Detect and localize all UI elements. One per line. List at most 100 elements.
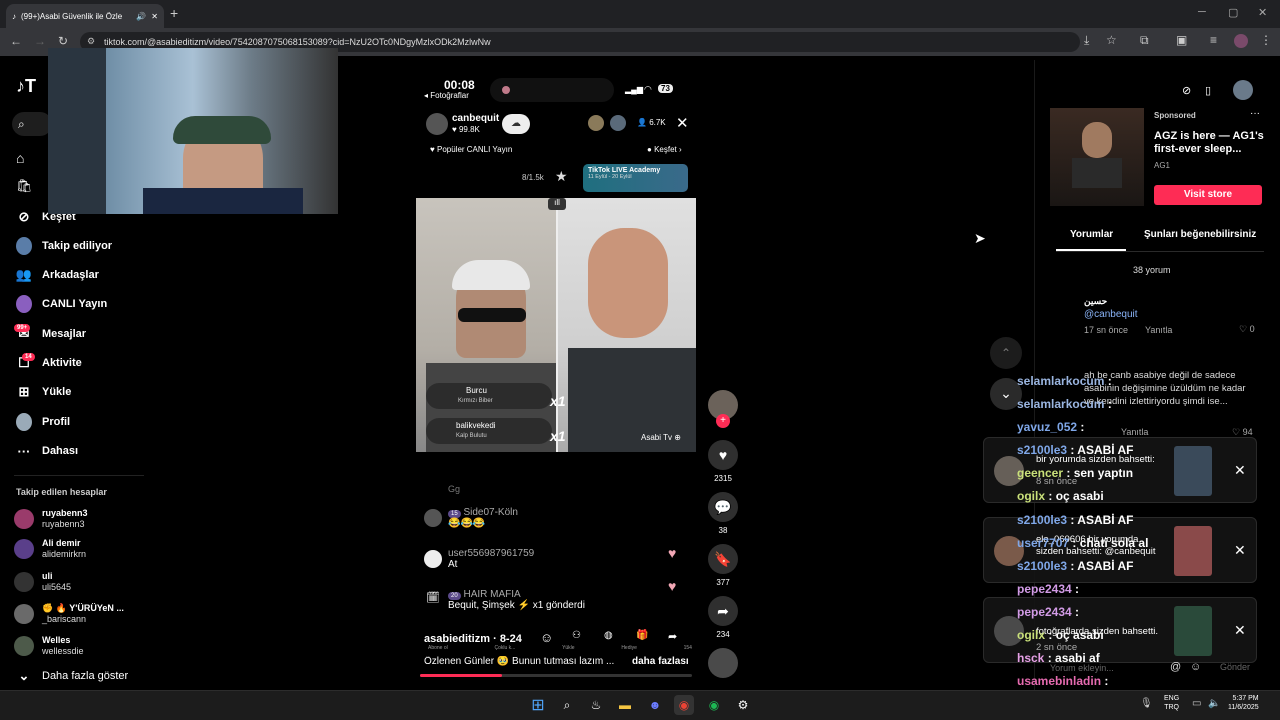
close-icon[interactable]: ✕ (1234, 462, 1246, 479)
bookmark-star-icon[interactable]: ☆ (1106, 33, 1117, 47)
coin-icon[interactable]: ⊘ (1182, 84, 1191, 97)
send-button[interactable]: Gönder (1220, 662, 1250, 672)
ad-thumbnail[interactable] (1050, 108, 1144, 206)
discord-icon[interactable]: ☻ (645, 695, 665, 715)
reply-button[interactable]: Yanıtla (1145, 325, 1172, 335)
music-disc-icon[interactable] (708, 648, 738, 678)
star-icon[interactable]: ★ (555, 168, 568, 185)
windows-start-icon[interactable]: ⊞ (528, 695, 548, 715)
host-name[interactable]: canbequit (452, 113, 499, 124)
clock[interactable]: 5:37 PM 11/6/2025 (1228, 694, 1259, 712)
ad-title[interactable]: AGZ is here — AG1's first-ever sleep... (1154, 130, 1264, 156)
visit-store-button[interactable]: Visit store (1154, 185, 1262, 205)
app-icon[interactable]: ⚙ (733, 695, 753, 715)
save-button[interactable]: 🔖 377 (706, 544, 740, 587)
emoji-picker-icon[interactable]: ☺ (1190, 661, 1201, 673)
share-small-icon[interactable]: ➦ (668, 630, 677, 643)
menu-icon[interactable]: ⋮ (1260, 33, 1272, 47)
maximize-button[interactable]: ▢ (1228, 6, 1238, 19)
show-more-button[interactable]: ⌄ Daha fazla göster (16, 664, 129, 688)
tab-close-icon[interactable]: ✕ (151, 12, 158, 21)
audio-bars-icon[interactable]: ıll (548, 198, 566, 210)
close-icon[interactable]: ✕ (1234, 542, 1246, 559)
progress-track[interactable] (420, 674, 692, 677)
install-icon[interactable]: ⤓ (1084, 33, 1089, 48)
reload-button[interactable]: ↻ (58, 34, 68, 48)
account-name: Welles (42, 635, 71, 645)
device-icon[interactable]: ▯ (1205, 84, 1211, 97)
like-button[interactable]: ♥ 2315 (706, 440, 740, 483)
back-button[interactable]: ← (10, 34, 22, 48)
guest-cap (452, 260, 530, 290)
tiktok-logo[interactable]: ♪T (16, 76, 36, 97)
host-likes: ♥ 99.8K (452, 125, 480, 134)
chrome-icon[interactable]: ◉ (674, 695, 694, 715)
forward-button[interactable]: → (34, 34, 46, 48)
guest-sunglasses (458, 308, 526, 322)
sidebar-item-more[interactable]: ··· Dahası (16, 439, 79, 463)
bottom-action-labels: Abone ol Çoklu k... Yükle Hediye 154 (424, 645, 696, 651)
extensions-icon[interactable]: ⧉ (1140, 33, 1149, 48)
sidebar-item-following[interactable]: Takip ediliyor (16, 234, 112, 258)
comment-button[interactable]: 💬 38 (706, 492, 740, 535)
comment-time: 17 sn önce (1084, 325, 1129, 335)
followed-account[interactable]: Ali demir alidemirkrn (14, 538, 86, 560)
followed-account[interactable]: uli uli5645 (14, 571, 71, 593)
spotify-icon[interactable]: ◉ (704, 695, 724, 715)
comment-like[interactable]: ♡ 0 (1239, 324, 1255, 335)
user-avatar[interactable] (1233, 80, 1253, 100)
stream-chat-separator: : (1071, 604, 1080, 619)
tab-you-may-like[interactable]: Şunları beğenebilirsiniz (1144, 229, 1256, 240)
emoji-icon[interactable]: ☺ (540, 630, 553, 645)
stream-chat-text: ASABİ AF (1077, 512, 1134, 527)
site-info-icon[interactable]: ⚙ (87, 36, 95, 47)
media-icon[interactable]: ≡ (1210, 33, 1217, 47)
discover-link[interactable]: ● Keşfet › (647, 145, 682, 154)
comment-mention[interactable]: @canbequit (1084, 309, 1138, 320)
ad-more-icon[interactable]: ··· (1250, 108, 1260, 119)
followed-account[interactable]: ✊ 🔥 Y'ÜRÜYeN ... _bariscann (14, 603, 124, 625)
gift-box-icon[interactable]: 🎁 (636, 630, 648, 641)
comment-input[interactable]: Yorum ekleyin... (1050, 659, 1190, 677)
mention-icon[interactable]: @ (1170, 661, 1181, 673)
tab-comments[interactable]: Yorumlar (1070, 229, 1113, 240)
sidebar-item-friends[interactable]: 👥 Arkadaşlar (16, 263, 99, 287)
sidepanel-icon[interactable]: ▣ (1176, 33, 1187, 47)
sidebar-item-upload[interactable]: ⊞ Yükle (16, 380, 72, 404)
upload-small-icon[interactable]: ◍ (604, 630, 613, 641)
volume-icon[interactable]: 🔈 (1208, 698, 1220, 709)
host-avatar[interactable] (426, 113, 448, 135)
followed-account[interactable]: ruyabenn3 ruyabenn3 (14, 508, 88, 530)
video-author[interactable]: asabieditizm · 8-24 (424, 633, 522, 645)
sidebar-item-label: Yükle (42, 386, 72, 398)
live-academy-banner[interactable]: TikTok LIVE Academy 11 Eylül - 20 Eylül (583, 164, 688, 192)
more-link[interactable]: daha fazlası (632, 656, 689, 667)
speaker-icon[interactable]: 🔊 (136, 12, 146, 21)
comment-author[interactable]: حسين (1084, 296, 1107, 307)
share-button[interactable]: ➦ 234 (706, 596, 740, 639)
profile-avatar[interactable] (1234, 34, 1248, 48)
follow-plus-icon[interactable]: + (716, 414, 730, 428)
new-tab-button[interactable]: + (170, 5, 178, 21)
sidebar-item-profile[interactable]: Profil (16, 410, 70, 434)
sidebar-item-live[interactable]: CANLI Yayın (16, 292, 107, 316)
close-window-button[interactable]: ✕ (1258, 6, 1267, 19)
browser-tab[interactable]: ♪ (99+)Asabi Güvenlik ile Özle 🔊 ✕ (6, 4, 164, 28)
scroll-up-button[interactable]: ⌃ (990, 337, 1022, 369)
followed-account[interactable]: Welles wellessdie (14, 635, 84, 657)
language-indicator[interactable]: ENG TRQ (1164, 694, 1179, 712)
microphone-icon[interactable]: 🎙 (1140, 698, 1153, 709)
multi-guest-icon[interactable]: ⚇ (572, 630, 581, 641)
file-explorer-icon[interactable]: ▬ (615, 695, 635, 715)
minimize-button[interactable]: ─ (1198, 6, 1206, 18)
search-icon[interactable]: ⌕ (557, 695, 577, 715)
home-icon[interactable]: ⌂ (16, 150, 24, 166)
steam-icon[interactable]: ♨ (586, 695, 606, 715)
search-icon[interactable]: ⌕ (12, 112, 52, 136)
shop-icon[interactable]: 🛍 (16, 178, 33, 194)
close-icon[interactable]: ✕ (1234, 622, 1246, 639)
network-icon[interactable]: ▭ (1192, 698, 1201, 709)
follow-button[interactable]: ☁ (502, 114, 530, 134)
close-stream-icon[interactable]: ✕ (676, 114, 689, 132)
popular-live-label[interactable]: ♥ Popüler CANLI Yayın (430, 145, 512, 154)
